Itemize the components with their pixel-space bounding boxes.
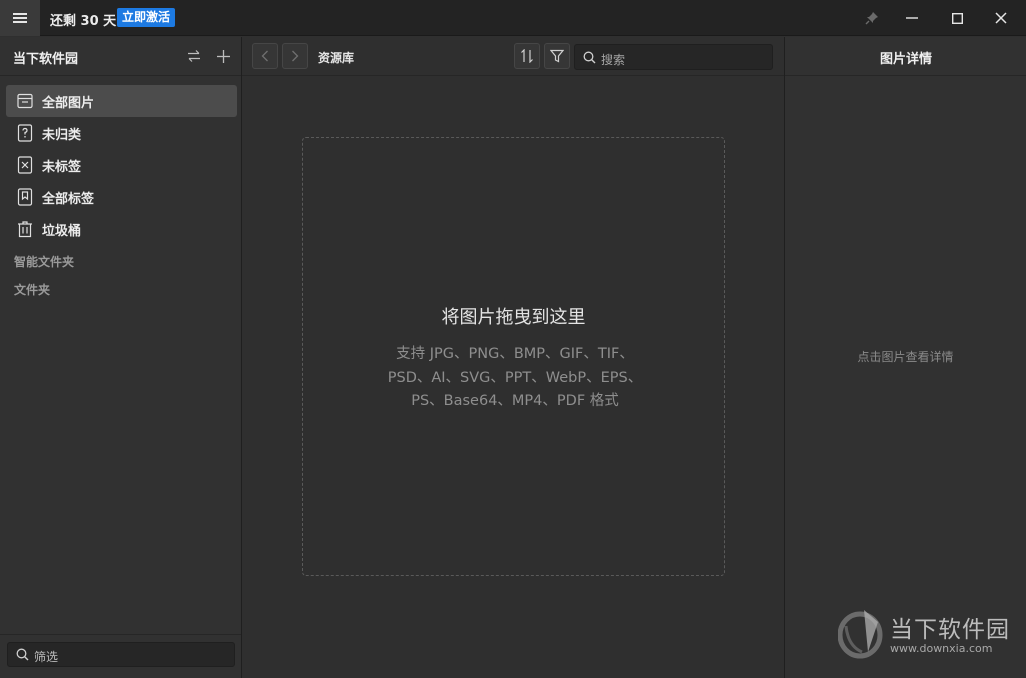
- forward-button[interactable]: [282, 43, 308, 69]
- filter-area: 筛选: [0, 634, 241, 678]
- supported-formats-text: 支持 JPG、PNG、BMP、GIF、TIF、PSD、AI、SVG、PPT、We…: [387, 346, 643, 409]
- sidebar-item-trash[interactable]: 垃圾桶: [6, 213, 237, 245]
- sidebar-header: 当下软件园: [0, 37, 241, 76]
- sort-icon: [521, 49, 533, 63]
- filter-placeholder: 筛选: [34, 650, 59, 664]
- activate-button[interactable]: 立即激活: [117, 8, 176, 27]
- search-icon: [583, 51, 596, 64]
- sort-button[interactable]: [514, 43, 540, 69]
- switch-icon: [188, 50, 200, 62]
- switch-library-button[interactable]: [185, 47, 203, 65]
- search-icon: [16, 648, 29, 661]
- untagged-icon: [17, 156, 33, 174]
- search-placeholder: 搜索: [601, 53, 626, 67]
- sidebar-item-label: 垃圾桶: [42, 223, 82, 239]
- maximize-button[interactable]: [935, 0, 979, 36]
- toolbar: 资源库 搜索: [242, 37, 784, 76]
- back-button[interactable]: [252, 43, 278, 69]
- trial-remaining-text: 还剩 30 天: [50, 14, 117, 29]
- sidebar-item-label: 未归类: [42, 127, 82, 143]
- chevron-right-icon: [292, 50, 299, 62]
- pin-icon: [865, 12, 878, 25]
- title-bar: 还剩 30 天 立即激活: [0, 0, 1026, 36]
- smart-folders-heading[interactable]: 智能文件夹: [14, 253, 74, 270]
- watermark-logo-icon: [838, 610, 883, 659]
- maximize-icon: [951, 12, 963, 24]
- add-library-button[interactable]: [214, 47, 232, 65]
- funnel-icon: [550, 49, 564, 63]
- sidebar-item-label: 全部标签: [42, 191, 95, 207]
- sidebar-item-untagged[interactable]: 未标签: [6, 149, 237, 181]
- trash-icon: [17, 220, 33, 238]
- inbox-icon: [17, 92, 33, 110]
- search-input[interactable]: 搜索: [574, 44, 773, 70]
- folders-heading[interactable]: 文件夹: [14, 281, 50, 298]
- close-button[interactable]: [979, 0, 1023, 36]
- chevron-left-icon: [261, 50, 268, 62]
- watermark-text: 当下软件园: [890, 617, 1010, 643]
- library-name[interactable]: 当下软件园: [13, 48, 78, 67]
- main-content: 资源库 搜索 将图片拖曳到这里 支持 JPG、PNG、BMP、GIF、TIF、P…: [242, 37, 784, 678]
- drop-zone[interactable]: 将图片拖曳到这里 支持 JPG、PNG、BMP、GIF、TIF、PSD、AI、S…: [302, 137, 725, 576]
- filter-button[interactable]: [544, 43, 570, 69]
- close-icon: [995, 12, 1007, 24]
- sidebar-item-label: 未标签: [42, 159, 82, 175]
- sidebar-item-all-images[interactable]: 全部图片: [6, 85, 237, 117]
- pin-button[interactable]: [850, 0, 894, 36]
- drop-zone-title: 将图片拖曳到这里: [441, 307, 586, 328]
- hamburger-icon: [13, 13, 27, 23]
- watermark: 当下软件园 www.downxia.com: [838, 606, 1018, 664]
- minimize-button[interactable]: [890, 0, 934, 36]
- sidebar-item-all-tags[interactable]: 全部标签: [6, 181, 237, 213]
- menu-button[interactable]: [0, 0, 40, 36]
- filter-input[interactable]: 筛选: [7, 642, 235, 667]
- minimize-icon: [906, 17, 918, 19]
- details-title: 图片详情: [879, 52, 932, 67]
- question-file-icon: [17, 124, 33, 142]
- watermark-url: www.downxia.com: [890, 642, 993, 655]
- details-empty-hint: 点击图片查看详情: [857, 350, 954, 364]
- breadcrumb: 资源库: [318, 51, 355, 65]
- sidebar-item-uncategorized[interactable]: 未归类: [6, 117, 237, 149]
- bookmark-icon: [17, 188, 33, 206]
- plus-icon: [216, 49, 230, 63]
- sidebar: 当下软件园 全部图片 未归类 未标签 全部标签 垃圾桶 智能文件夹 文件夹 筛选: [0, 37, 242, 678]
- details-header: 图片详情: [785, 37, 1026, 76]
- sidebar-item-label: 全部图片: [42, 95, 95, 111]
- details-panel: 图片详情 点击图片查看详情: [784, 37, 1026, 678]
